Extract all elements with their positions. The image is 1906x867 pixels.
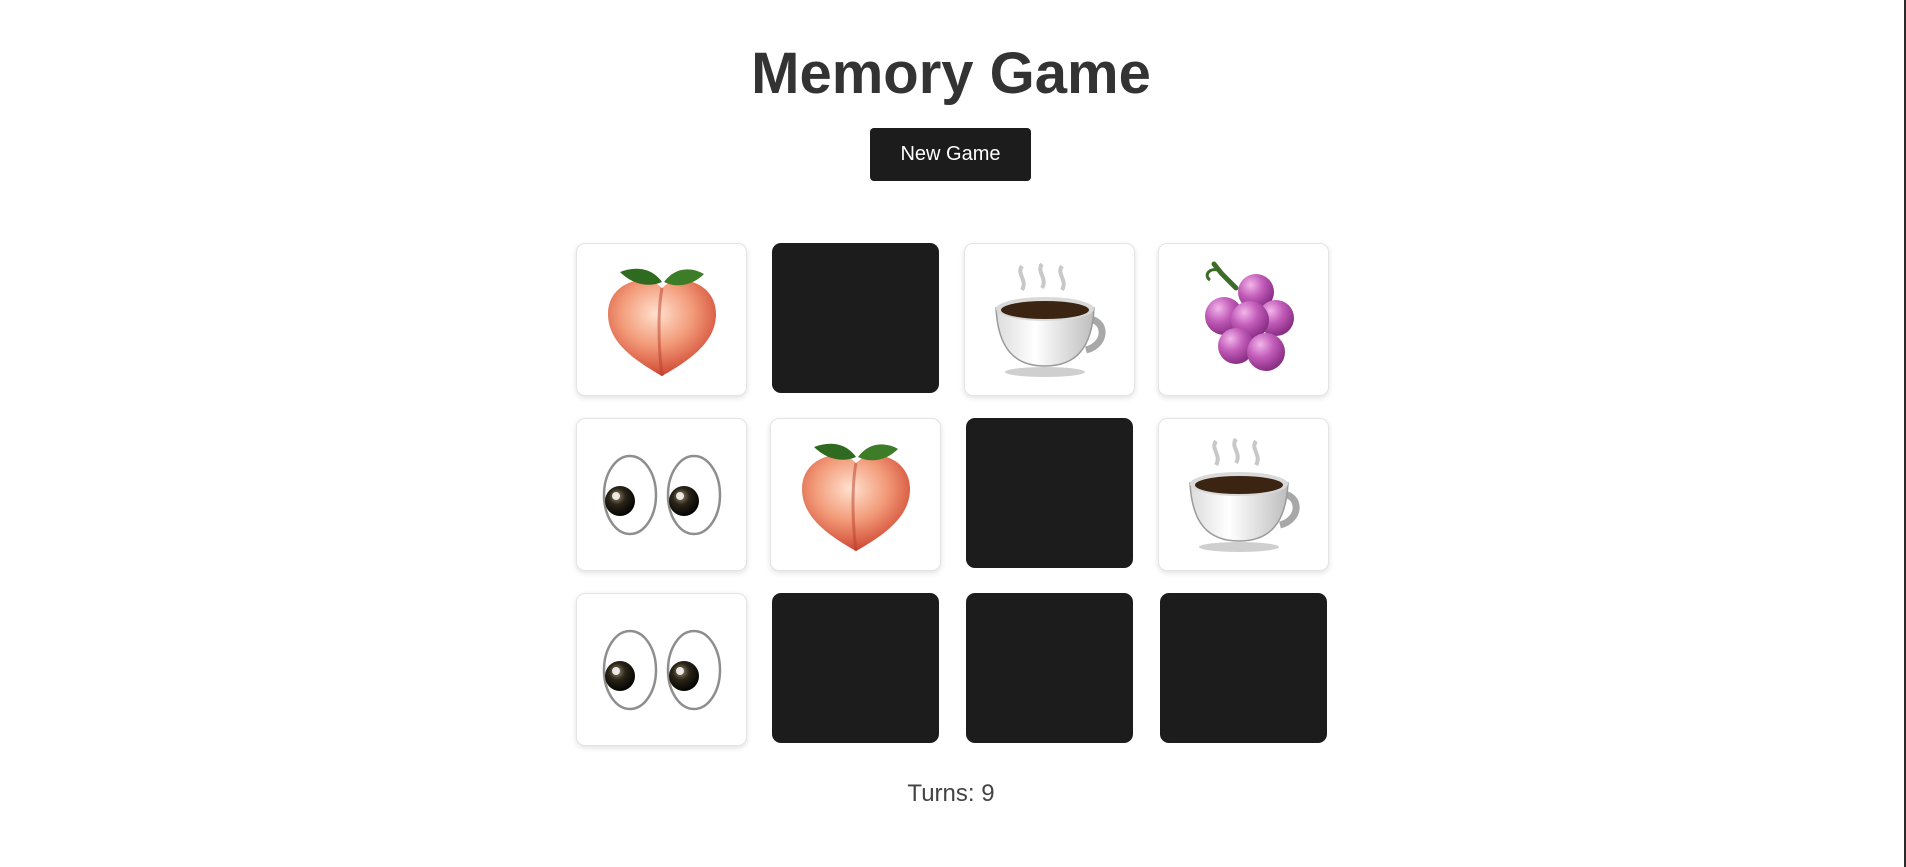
card-face-up[interactable]	[770, 418, 941, 571]
card-grid	[576, 243, 1329, 746]
eyes-icon	[602, 454, 721, 535]
card-face-down[interactable]	[772, 243, 939, 393]
new-game-button[interactable]: New Game	[870, 128, 1031, 181]
coffee-icon	[994, 262, 1106, 377]
card-face-down[interactable]	[966, 593, 1133, 743]
card-face-down[interactable]	[772, 593, 939, 743]
card-face-up[interactable]	[964, 243, 1135, 396]
eyes-icon	[602, 629, 721, 710]
card-face-up[interactable]	[576, 418, 747, 571]
card-face-down[interactable]	[966, 418, 1133, 568]
card-face-up[interactable]	[1158, 243, 1329, 396]
peach-icon	[607, 268, 716, 376]
peach-icon	[801, 443, 910, 551]
card-face-up[interactable]	[576, 593, 747, 746]
card-face-down[interactable]	[1160, 593, 1327, 743]
grapes-icon	[1204, 261, 1294, 371]
coffee-icon	[1188, 437, 1300, 552]
turns-counter: Turns: 9	[907, 780, 995, 807]
card-face-up[interactable]	[1158, 418, 1329, 571]
card-face-up[interactable]	[576, 243, 747, 396]
page-title: Memory Game	[751, 41, 1151, 106]
